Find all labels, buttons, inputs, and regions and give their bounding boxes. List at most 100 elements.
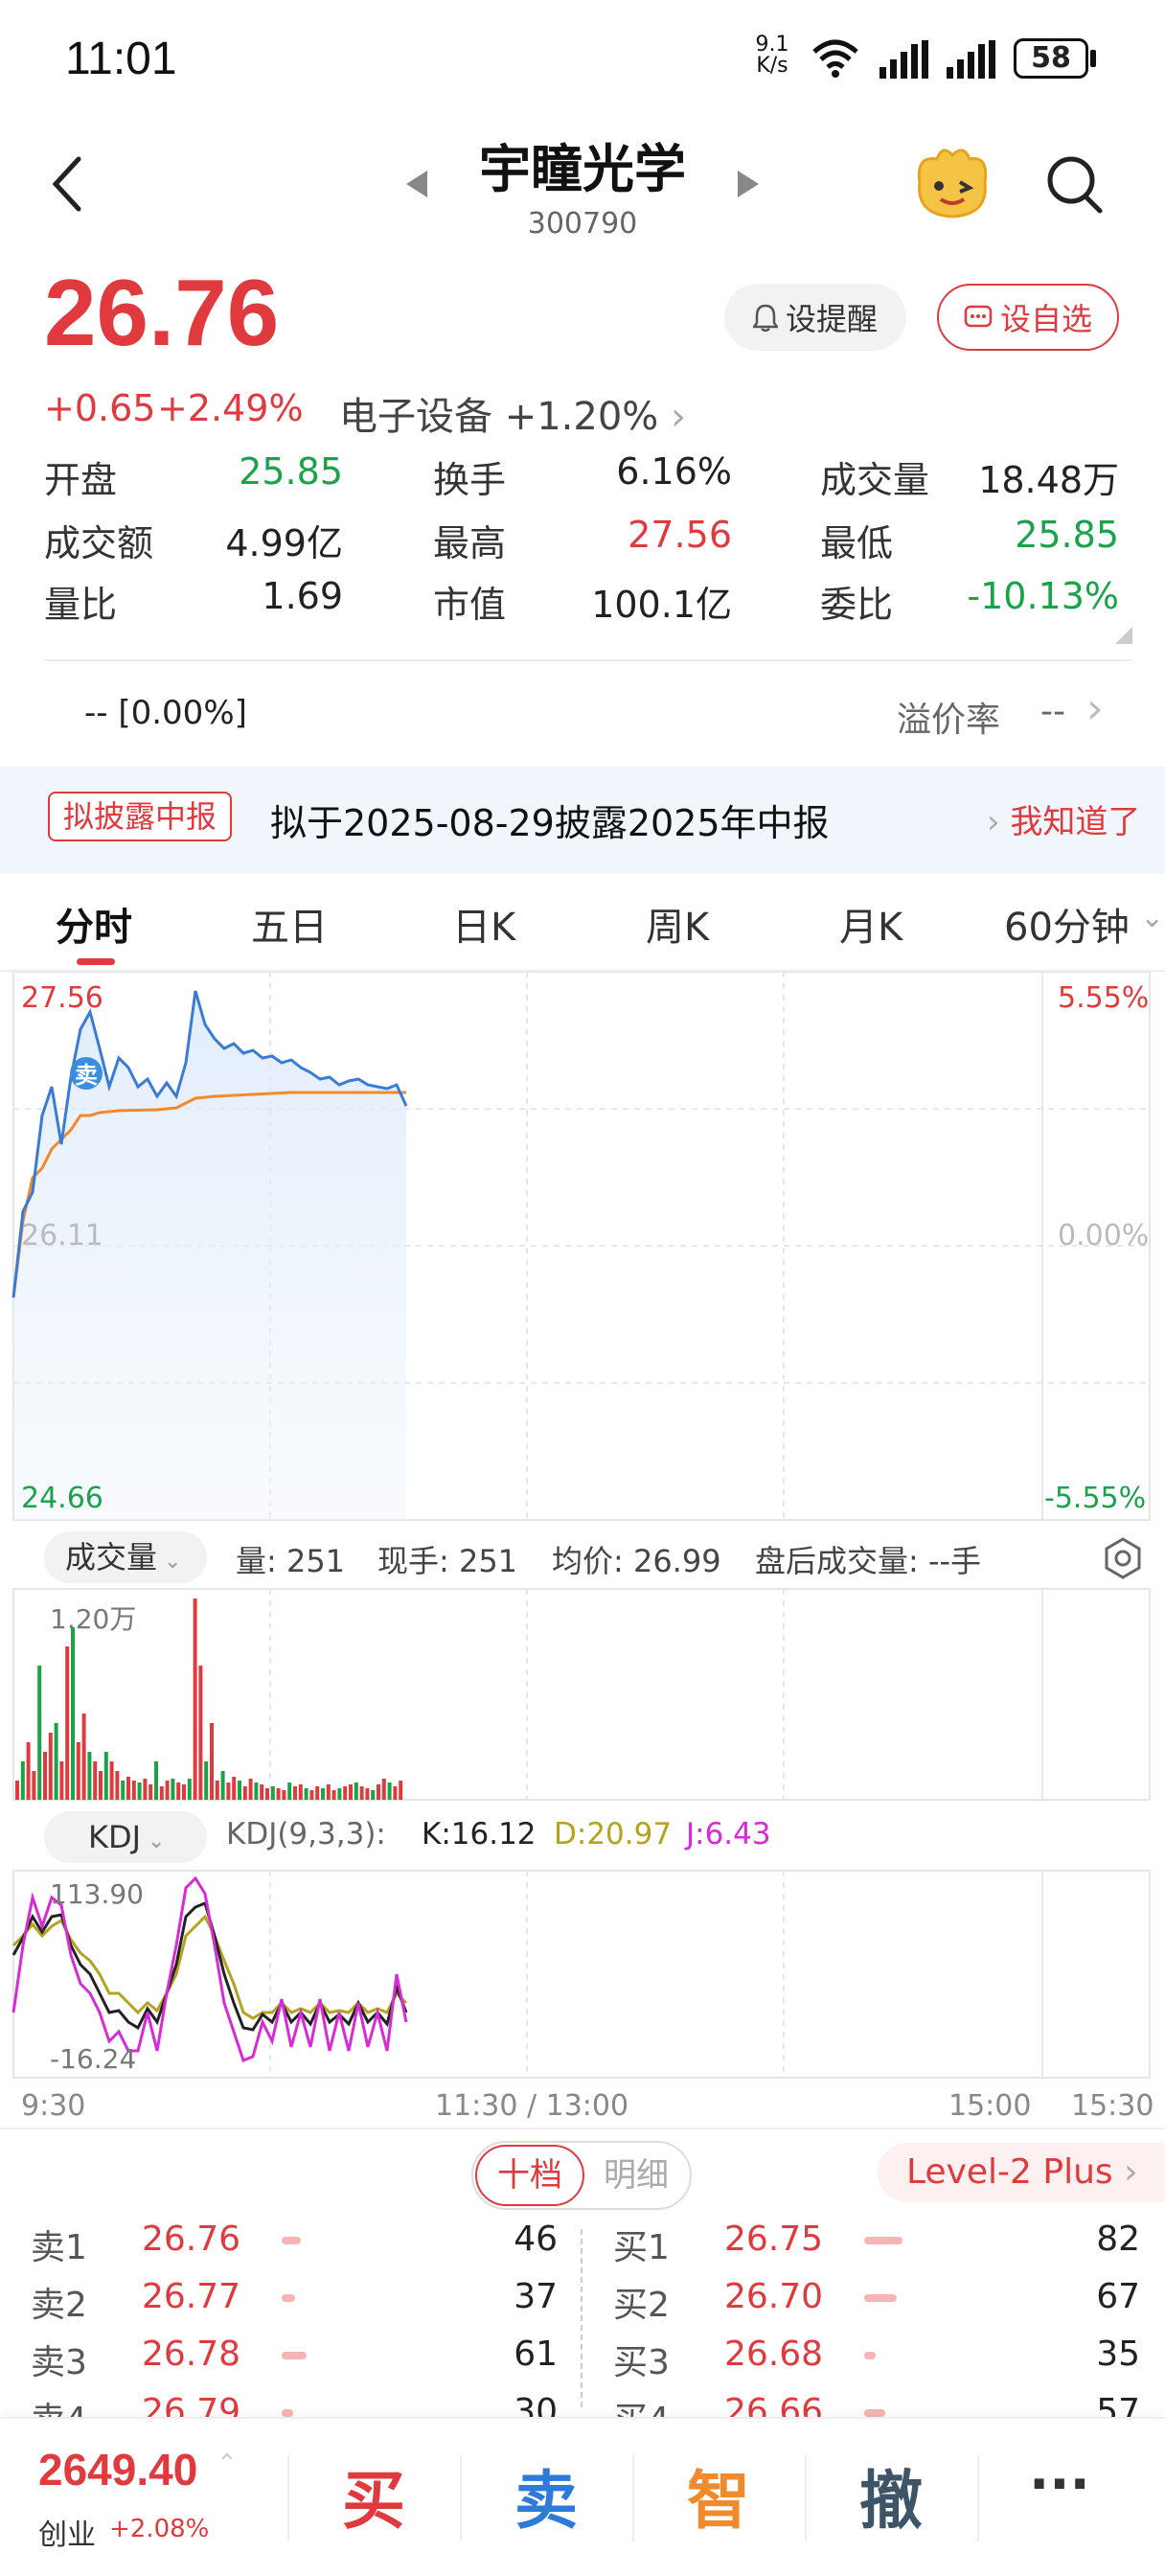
sector-name: 电子设备 <box>339 395 492 439</box>
kdj-j: J:6.43 <box>686 1817 771 1852</box>
volume-bar <box>354 1782 358 1800</box>
level2-plus-badge[interactable]: Level-2 Plus › <box>878 2143 1165 2202</box>
buy-level-bar <box>864 2294 897 2302</box>
sell-level-price[interactable]: 26.78 <box>142 2334 240 2374</box>
buy-level-bar <box>864 2409 885 2417</box>
volume-bar <box>326 1784 331 1800</box>
battery-tip <box>1090 50 1096 67</box>
volume-bar <box>226 1782 231 1800</box>
volume-bar <box>260 1784 264 1800</box>
volume-bar <box>198 1666 203 1800</box>
volume-bar <box>265 1788 269 1800</box>
volume-selector[interactable]: 成交量 ⌄ <box>44 1531 207 1583</box>
kdj-chart[interactable] <box>0 1869 1165 2080</box>
volume-bar <box>210 1723 214 1800</box>
chevron-right-icon: › <box>987 803 1011 841</box>
more-icon[interactable]: ··· <box>1029 2453 1090 2516</box>
tab-detail[interactable]: 明细 <box>586 2145 686 2206</box>
volume-bar <box>65 1646 70 1800</box>
intraday-low-label: 24.66 <box>21 1482 103 1515</box>
tab-five-day[interactable]: 五日 <box>251 896 328 952</box>
volume-bar <box>99 1771 103 1800</box>
clock: 11:01 <box>65 34 177 84</box>
volume-bar <box>349 1784 353 1800</box>
premium-value: -- <box>1040 692 1065 731</box>
volume-bar <box>282 1790 286 1800</box>
volume-bar <box>37 1666 42 1800</box>
chevron-up-icon[interactable]: ⌃ <box>217 2450 238 2478</box>
volume-bar <box>387 1782 392 1800</box>
kdj-selector[interactable]: KDJ ⌄ <box>44 1811 207 1863</box>
chevron-down-icon[interactable]: ⌄ <box>1140 901 1164 934</box>
volume-bar <box>293 1786 297 1800</box>
stat-value: 18.48万 <box>978 459 1119 501</box>
divider <box>460 2455 462 2542</box>
volume-bar <box>143 1779 148 1800</box>
search-icon[interactable] <box>1044 153 1106 217</box>
settings-icon[interactable] <box>1104 1537 1142 1579</box>
sell-level-bar <box>282 2352 307 2359</box>
sell-level-price[interactable]: 26.77 <box>142 2277 240 2316</box>
kdj-d: D:20.97 <box>554 1817 673 1852</box>
volume-bar <box>232 1777 237 1800</box>
divider <box>0 2128 1165 2129</box>
volume-bar <box>109 1761 114 1800</box>
volume-bar <box>71 1627 75 1800</box>
buy-level-label: 买1 <box>613 2228 670 2267</box>
tab-weekly-k[interactable]: 周K <box>646 896 709 952</box>
premium-label: 溢价率 <box>897 701 1001 740</box>
buy-level-price[interactable]: 26.75 <box>724 2220 823 2259</box>
stat-value: 6.16% <box>616 450 732 493</box>
tab-ten-level[interactable]: 十档 <box>475 2145 584 2206</box>
chevron-down-icon: ⌄ <box>141 1829 166 1853</box>
time-axis-close: 15:00 <box>948 2089 1032 2123</box>
volume-bar <box>381 1779 386 1800</box>
buy-level-bar <box>864 2237 902 2244</box>
volume-bar <box>315 1786 320 1800</box>
volume-bar <box>393 1786 398 1800</box>
time-axis-start: 9:30 <box>21 2089 86 2123</box>
index-value[interactable]: 2649.40 <box>38 2444 197 2496</box>
sector-pct: +1.20% <box>504 395 659 439</box>
chat-box-icon <box>964 305 993 328</box>
volume-bar <box>242 1786 247 1800</box>
volume-bar <box>298 1784 303 1800</box>
volume-bar <box>93 1761 98 1800</box>
notice-tag: 拟披露中报 <box>48 792 233 841</box>
expand-corner-icon[interactable] <box>1115 627 1132 644</box>
volume-chart[interactable] <box>0 1587 1165 1802</box>
smart-button[interactable]: 智 <box>661 2450 776 2542</box>
sector-link[interactable]: 电子设备 +1.20% › <box>339 385 686 441</box>
buy-level-price[interactable]: 26.70 <box>724 2277 823 2316</box>
next-stock-icon[interactable] <box>734 167 763 201</box>
volume-value: 量: 251 <box>236 1543 346 1579</box>
mascot-icon[interactable] <box>910 144 993 222</box>
wifi-icon <box>812 39 858 78</box>
buy-button[interactable]: 买 <box>316 2450 431 2542</box>
tab-monthly-k[interactable]: 月K <box>839 896 902 952</box>
notice-dismiss[interactable]: › 我知道了 <box>987 795 1140 842</box>
status-bar: 11:01 9.1 K/s 58 <box>0 0 1165 115</box>
volume-bar <box>377 1784 380 1800</box>
volume-bar <box>26 1742 31 1800</box>
chevron-right-icon[interactable]: › <box>1086 684 1104 733</box>
tab-intraday[interactable]: 分时 <box>56 896 132 952</box>
tab-daily-k[interactable]: 日K <box>452 896 515 952</box>
sell-level-price[interactable]: 26.76 <box>142 2220 240 2259</box>
kdj-k: K:16.12 <box>422 1817 537 1852</box>
intraday-chart[interactable] <box>0 972 1165 1528</box>
cancel-order-button[interactable]: 撤 <box>834 2450 948 2542</box>
add-watchlist-button[interactable]: 设自选 <box>937 284 1119 351</box>
tab-60min[interactable]: 60分钟 <box>1004 896 1130 952</box>
signal-icon <box>879 40 928 79</box>
volume-bar <box>121 1781 126 1800</box>
bell-icon <box>752 304 778 332</box>
volume-bar <box>365 1788 370 1800</box>
divider <box>287 2455 289 2542</box>
divider <box>977 2455 979 2542</box>
buy-level-price[interactable]: 26.68 <box>724 2334 823 2374</box>
sell-level-label: 卖3 <box>31 2343 87 2382</box>
kdj-bottom-label: -16.24 <box>50 2043 137 2075</box>
set-alert-button[interactable]: 设提醒 <box>724 284 906 351</box>
sell-button[interactable]: 卖 <box>489 2450 604 2542</box>
